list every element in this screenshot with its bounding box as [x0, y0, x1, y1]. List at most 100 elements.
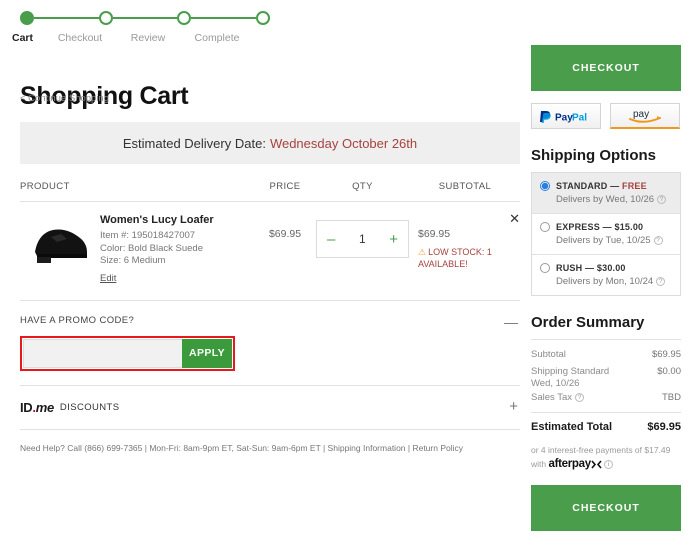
apply-promo-button[interactable]: APPLY	[182, 338, 232, 368]
help-question-icon-standard[interactable]: ?	[657, 194, 667, 204]
step-line-2	[112, 17, 178, 19]
afterpay-with-text: with	[531, 459, 547, 469]
radio-rush-icon[interactable]	[540, 263, 550, 273]
shipping-express-top: EXPRESS — $15.00	[540, 222, 672, 232]
promo-code-label: HAVE A PROMO CODE?	[20, 314, 135, 326]
order-summary-title: Order Summary	[531, 314, 645, 331]
estimated-total-label: Estimated Total	[531, 421, 613, 433]
svg-text:Pal: Pal	[572, 112, 587, 123]
summary-shipping-date: Wed, 10/26	[531, 378, 580, 389]
shipping-option-standard[interactable]: STANDARD — FREE Delivers by Wed, 10/26?	[532, 173, 680, 214]
afterpay-brand-line: with afterpay i	[531, 457, 681, 471]
summary-tax-label-text: Sales Tax	[531, 392, 573, 403]
shipping-standard-name: STANDARD — FREE	[556, 181, 647, 191]
idme-expand-plus-icon[interactable]: +	[509, 398, 518, 415]
help-footer-text[interactable]: Need Help? Call (866) 699-7365 | Mon-Fri…	[20, 430, 520, 453]
summary-tax-label: Sales Tax?	[531, 392, 585, 403]
shipping-rush-delivery: Delivers by Mon, 10/24?	[540, 276, 672, 287]
shipping-options-title: Shipping Options	[531, 147, 656, 164]
svg-text:Pay: Pay	[555, 112, 573, 123]
afterpay-installments-text: or 4 interest-free payments of $17.49	[531, 445, 671, 455]
svg-text:pay: pay	[633, 109, 649, 120]
column-header-price: PRICE	[269, 181, 301, 192]
product-item-number: Item #: 195018427007	[100, 230, 196, 241]
checkout-button-bottom[interactable]: CHECKOUT	[531, 485, 681, 531]
quantity-stepper[interactable]: – 1 +	[316, 220, 409, 258]
step-label-complete: Complete	[194, 32, 240, 44]
afterpay-chevrons-icon	[591, 460, 602, 469]
delivery-label: Estimated Delivery Date:	[122, 135, 266, 151]
afterpay-info-icon[interactable]: i	[603, 460, 613, 470]
summary-subtotal-value: $69.95	[651, 349, 681, 360]
edit-item-link[interactable]: Edit	[100, 273, 116, 284]
product-price: $69.95	[268, 228, 302, 240]
step-node-checkout[interactable]	[98, 11, 113, 25]
idme-logo-me: me	[35, 399, 55, 415]
product-size: Size: 6 Medium	[100, 255, 166, 266]
column-header-qty: QTY	[352, 181, 373, 192]
step-line-1	[34, 17, 99, 19]
stepper-labels: Cart Checkout Review Complete	[12, 32, 270, 44]
afterpay-logo: afterpay	[548, 458, 592, 470]
shipping-rush-top: RUSH — $30.00	[540, 263, 672, 273]
remove-item-close-icon[interactable]: ✕	[509, 212, 520, 225]
shipping-express-delivery: Delivers by Tue, 10/25?	[540, 235, 672, 246]
step-node-review[interactable]	[177, 11, 192, 25]
promo-input-group-highlight: APPLY	[20, 335, 235, 371]
shipping-standard-cost: FREE	[622, 181, 647, 191]
step-label-review: Review	[130, 32, 166, 44]
continue-shopping-link[interactable]: < Continue Shopping	[20, 93, 109, 104]
warning-triangle-icon: ⚠	[418, 247, 427, 257]
summary-divider-top	[531, 339, 681, 340]
radio-express-icon[interactable]	[540, 222, 550, 232]
paypal-button[interactable]: Pay Pal	[531, 103, 601, 129]
shipping-option-rush[interactable]: RUSH — $30.00 Delivers by Mon, 10/24?	[532, 255, 680, 295]
shipping-rush-name: RUSH — $30.00	[556, 263, 626, 273]
quantity-decrease-button[interactable]: –	[327, 232, 335, 247]
shipping-option-express[interactable]: EXPRESS — $15.00 Delivers by Tue, 10/25?	[532, 214, 680, 255]
amazon-pay-button[interactable]: pay	[610, 103, 680, 129]
summary-shipping-value: $0.00	[657, 366, 681, 377]
promo-code-section: HAVE A PROMO CODE? — APPLY	[20, 301, 520, 386]
shipping-rush-delivery-text: Delivers by Mon, 10/24	[556, 276, 654, 287]
help-question-icon-rush[interactable]: ?	[656, 276, 666, 286]
idme-logo-id: ID	[20, 399, 33, 415]
shipping-standard-delivery-text: Delivers by Wed, 10/26	[556, 194, 655, 205]
product-title[interactable]: Women's Lucy Loafer	[100, 214, 255, 226]
summary-tax-value: TBD	[662, 392, 681, 403]
column-header-product: PRODUCT	[20, 181, 70, 192]
idme-discounts-section[interactable]: ID.me DISCOUNTS +	[20, 386, 520, 430]
help-question-icon-tax[interactable]: ?	[575, 392, 585, 402]
order-sidebar: CHECKOUT Pay Pal pay Shipping Options ST…	[531, 45, 681, 531]
stepper-track	[20, 8, 271, 28]
shipping-express-name: EXPRESS — $15.00	[556, 222, 644, 232]
shipping-standard-delivery: Delivers by Wed, 10/26?	[540, 194, 672, 205]
promo-code-input[interactable]	[23, 338, 182, 368]
estimated-delivery-banner: Estimated Delivery Date: Wednesday Octob…	[20, 122, 520, 164]
cart-table-header: PRODUCT PRICE QTY SUBTOTAL	[20, 172, 520, 202]
checkout-button-top[interactable]: CHECKOUT	[531, 45, 681, 91]
quantity-value[interactable]: 1	[359, 232, 366, 246]
delivery-date-value: Wednesday October 26th	[269, 135, 418, 151]
help-question-icon-express[interactable]: ?	[653, 235, 663, 245]
summary-divider-bottom	[531, 412, 681, 413]
quantity-increase-button[interactable]: +	[389, 232, 398, 247]
step-label-cart: Cart	[12, 32, 34, 44]
radio-standard-icon[interactable]	[540, 181, 550, 191]
product-thumbnail[interactable]	[20, 214, 100, 274]
summary-shipping-label: Shipping Standard	[531, 366, 610, 377]
summary-row-subtotal: Subtotal $69.95	[531, 346, 681, 363]
afterpay-message: or 4 interest-free payments of $17.49 wi…	[531, 443, 681, 471]
step-node-complete[interactable]	[256, 11, 271, 25]
paypal-logo-icon: Pay Pal	[540, 110, 587, 123]
product-subtotal-cell: $69.95 ⚠ LOW STOCK: 1 AVAILABLE!	[410, 214, 520, 286]
promo-collapse-minus-icon[interactable]: —	[504, 315, 518, 329]
summary-subtotal-label: Subtotal	[531, 349, 566, 360]
product-info: Women's Lucy Loafer Item #: 195018427007…	[100, 214, 255, 286]
step-line-3	[191, 17, 257, 19]
quantity-cell: – 1 +	[315, 214, 410, 286]
shipping-standard-top: STANDARD — FREE	[540, 181, 672, 191]
idme-discounts-label: DISCOUNTS	[59, 401, 120, 413]
step-node-cart[interactable]	[20, 11, 34, 25]
checkout-progress-stepper: Cart Checkout Review Complete	[12, 8, 271, 54]
